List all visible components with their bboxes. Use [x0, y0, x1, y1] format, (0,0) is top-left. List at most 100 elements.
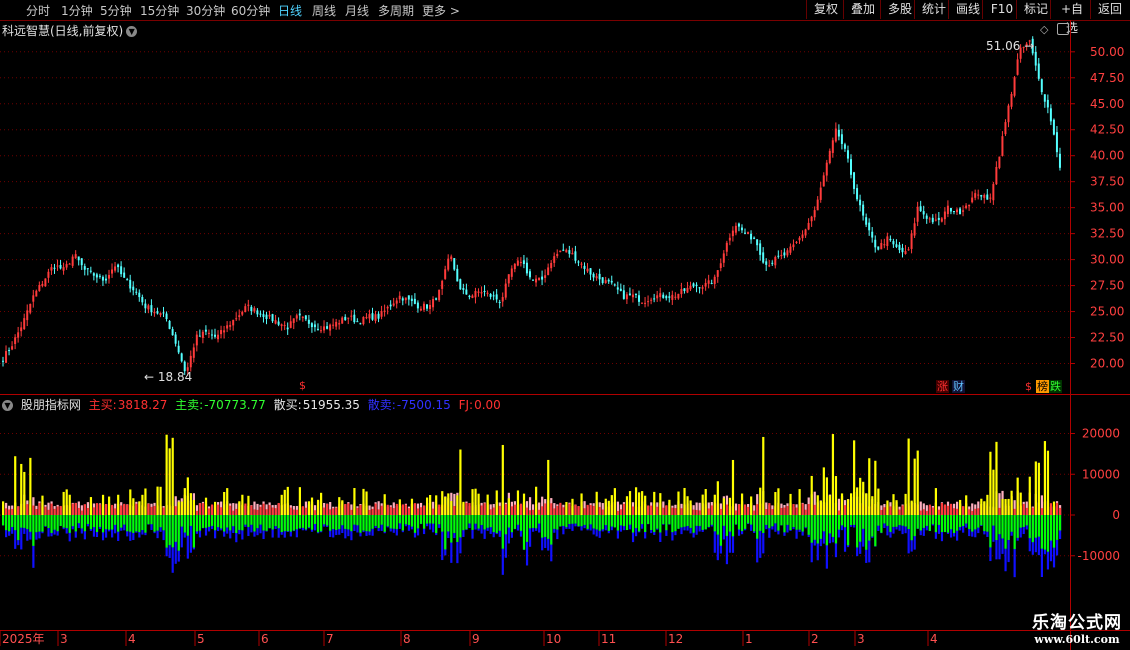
price-tick-label: 25.00 [1090, 305, 1124, 319]
indicator-bar-zhumai-out [250, 515, 253, 525]
event-die-tag[interactable]: 跌 [1049, 380, 1062, 393]
indicator-bar-zhumai [977, 508, 980, 515]
indicator-bar-yellow [171, 437, 174, 515]
indicator-bar-zhumai-out [501, 515, 504, 549]
watermark-title: 乐淘公式网 [1032, 613, 1122, 633]
indicator-bar-yellow [23, 471, 26, 515]
indicator-bar-zhumai [619, 509, 623, 515]
indicator-bar-zhumai [80, 510, 83, 515]
indicator-bar-yellow [607, 500, 610, 515]
indicator-bar-zhumai-out [722, 515, 725, 526]
indicator-bar-zhumai-out [868, 515, 871, 541]
time-axis-label: 10 [546, 632, 561, 646]
candle-body [401, 298, 404, 301]
indicator-bar-yellow [913, 458, 916, 515]
indicator-bar-zhumai-out [574, 515, 577, 524]
indicator-bar-zhumai-out [114, 515, 117, 525]
candle-body [286, 327, 289, 330]
indicator-bar-yellow [456, 495, 459, 515]
indicator-bar-zhumai-out [11, 515, 14, 528]
candle-body [250, 306, 253, 312]
indicator-bar-zhumai-out [628, 515, 632, 525]
candle-body [413, 298, 416, 304]
indicator-bar-zhumai-out [553, 515, 556, 529]
candle-body [856, 188, 859, 200]
candle-body [928, 218, 931, 220]
event-cai-tag[interactable]: 财 [952, 380, 965, 393]
candle-body [377, 313, 380, 319]
indicator-bar-zhumai-out [386, 515, 389, 527]
indicator-bar-zhumai-out [810, 515, 813, 543]
indicator-bar-zhumai-out [47, 515, 50, 528]
candle-body [195, 334, 198, 346]
event-dollar-tag-2[interactable]: $ [1024, 380, 1033, 393]
candle-body [92, 273, 95, 276]
indicator-bar-zhumai-out [56, 515, 59, 532]
event-bang-tag[interactable]: 榜 [1036, 380, 1049, 393]
indicator-bar-zhumai-out [898, 515, 901, 526]
candle-body [1034, 51, 1037, 66]
indicator-bar-zhumai-out [528, 515, 532, 529]
window-toggle-icon[interactable] [1057, 23, 1069, 35]
diamond-icon[interactable]: ◇ [1040, 23, 1048, 36]
candle-body [1058, 153, 1061, 168]
event-zhang-tag[interactable]: 涨 [936, 380, 949, 393]
event-dollar-tag[interactable]: $ [298, 379, 307, 392]
indicator-bar-yellow [634, 487, 638, 515]
candle-body [23, 318, 26, 330]
indicator-bar-zhumai [468, 503, 471, 515]
indicator-bar-zhumai [120, 505, 123, 515]
indicator-bar-zhumai [674, 508, 677, 515]
indicator-bar-zhumai [250, 505, 253, 515]
indicator-bar-zhumai-out [262, 515, 265, 531]
indicator-bar-zhumai [380, 505, 383, 515]
indicator-bar-zhumai-out [307, 515, 311, 528]
indicator-bar-zhumai-out [214, 515, 217, 531]
indicator-bar-yellow [846, 499, 850, 515]
indicator-bar-zhumai [422, 505, 426, 515]
indicator-bar-zhumai [968, 509, 971, 515]
indicator-bar-zhumai [544, 503, 547, 515]
indicator-bar-zhumai [744, 504, 747, 515]
indicator-bar-yellow [1043, 441, 1047, 515]
indicator-bar-zhumai-out [644, 515, 647, 533]
indicator-bar-zhumai-out [604, 515, 607, 526]
candle-body [892, 241, 895, 245]
indicator-bar-zhumai-out [862, 515, 865, 529]
indicator-bar-zhumai [56, 506, 59, 515]
indicator-bar-zhumai-out [338, 515, 341, 530]
candle-body [810, 216, 813, 222]
indicator-bar-yellow [1046, 450, 1050, 515]
indicator-bar-zhumai-out [680, 515, 683, 528]
time-axis-label: 9 [472, 632, 480, 646]
candle-body [762, 252, 765, 263]
indicator-bar-zhumai-out [389, 515, 392, 529]
candle-body [292, 318, 295, 323]
indicator-bar-zhumai [656, 506, 659, 515]
indicator-bar-yellow [129, 489, 132, 515]
indicator-bar-zhumai-out [380, 515, 383, 525]
candle-body [135, 291, 138, 293]
candle-body [138, 292, 141, 298]
indicator-bar-zhumai [413, 503, 417, 515]
kline-chart[interactable]: 50.00 47.50 45.00 42.50 40.00 37.50 35.00 32.50… [0, 0, 1130, 650]
candle-body [831, 140, 834, 153]
indicator-bar-zhumai-out [1037, 515, 1040, 537]
indicator-bar-yellow [886, 500, 889, 515]
indicator-bar-zhumai-out [662, 515, 665, 525]
indicator-bar-zhumai-out [168, 515, 171, 546]
indicator-bar-zhumai-out [201, 515, 205, 528]
indicator-bar-zhumai [931, 507, 934, 515]
indicator-bar-zhumai [940, 502, 944, 515]
candle-body [977, 194, 980, 196]
indicator-bar-zhumai-out [716, 515, 719, 535]
candle-body [628, 293, 631, 296]
candle-body [771, 262, 774, 264]
indicator-bar-yellow [447, 493, 450, 515]
candle-body [613, 284, 616, 286]
indicator-bar-zhumai [347, 503, 350, 515]
candle-body [959, 208, 962, 215]
indicator-bar-yellow [965, 495, 968, 515]
candle-body [825, 162, 828, 176]
indicator-bar-zhumai-out [74, 515, 77, 532]
